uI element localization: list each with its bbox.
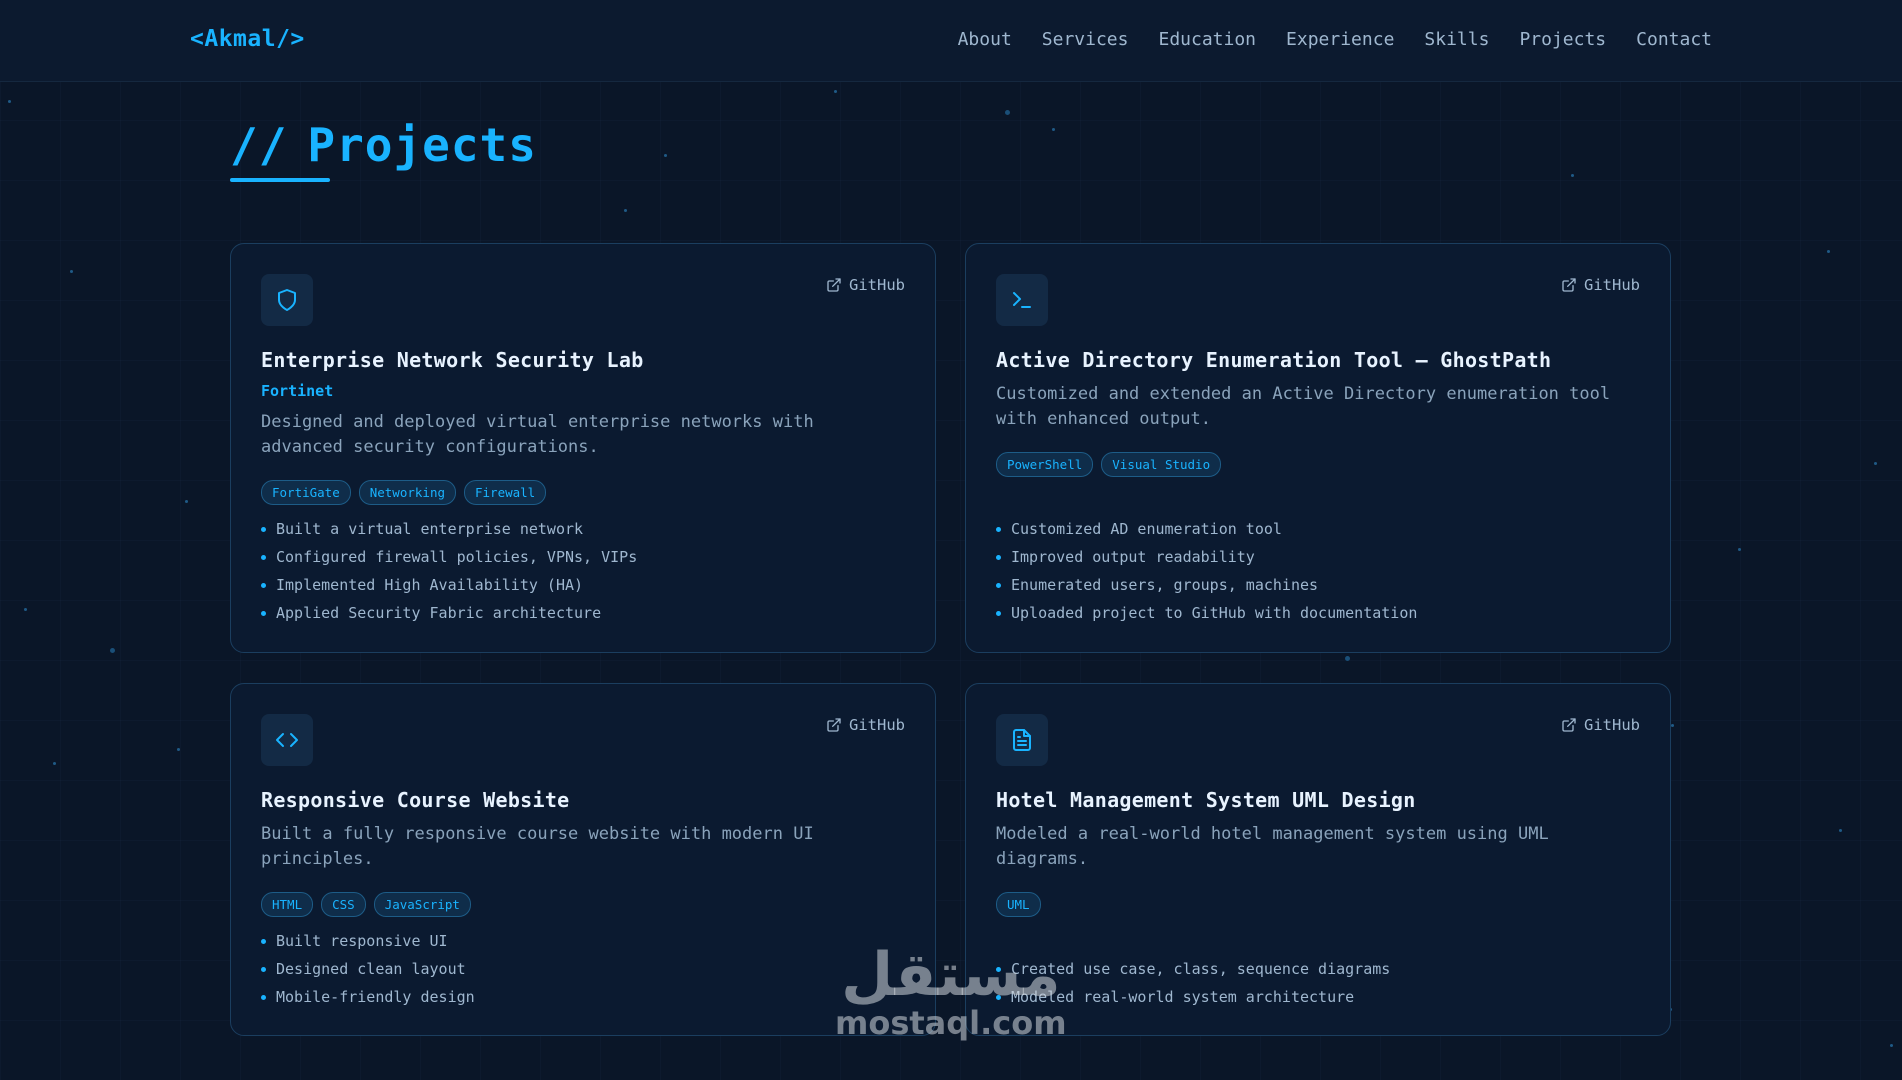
bullet-dot — [261, 994, 266, 1000]
project-description: Built a fully responsive course website … — [261, 824, 814, 869]
list-item: Enumerated users, groups, machines — [996, 571, 1417, 599]
nav-menu: About Services Education Experience Skil… — [958, 29, 1712, 50]
project-title: Responsive Course Website — [261, 788, 570, 812]
list-item: Improved output readability — [996, 543, 1417, 571]
tag: CSS — [321, 892, 366, 917]
list-item: Mobile-friendly design — [261, 983, 475, 1011]
nav-link-projects[interactable]: Projects — [1519, 29, 1606, 50]
nav-link-services[interactable]: Services — [1042, 29, 1129, 50]
tag-list: FortiGate Networking Firewall — [261, 480, 905, 505]
tag: Visual Studio — [1101, 452, 1222, 477]
external-link-icon — [827, 278, 841, 292]
github-link-label: GitHub — [849, 276, 905, 294]
list-item-text: Uploaded project to GitHub with document… — [1011, 604, 1418, 622]
nav-link-about[interactable]: About — [958, 29, 1012, 50]
tag-list: UML — [996, 892, 1640, 917]
bullet-dot — [261, 966, 266, 972]
bullet-dot — [996, 526, 1001, 532]
list-item-text: Designed clean layout — [276, 960, 466, 978]
bullet-dot — [261, 610, 266, 616]
github-link[interactable]: GitHub — [1561, 276, 1640, 294]
list-item-text: Mobile-friendly design — [276, 988, 475, 1006]
github-link-label: GitHub — [849, 716, 905, 734]
nav-link-skills[interactable]: Skills — [1424, 29, 1489, 50]
bullet-dot — [261, 526, 266, 532]
list-item-text: Implemented High Availability (HA) — [276, 576, 584, 594]
heading-underline — [230, 178, 330, 182]
navbar: <Akmal/> About Services Education Experi… — [0, 0, 1902, 82]
nav-link-experience[interactable]: Experience — [1286, 29, 1394, 50]
list-item-text: Created use case, class, sequence diagra… — [1011, 960, 1391, 978]
feature-list: Built a virtual enterprise network Confi… — [261, 515, 637, 627]
list-item-text: Customized AD enumeration tool — [1011, 520, 1282, 538]
project-card-hotel-uml: GitHub Hotel Management System UML Desig… — [965, 683, 1671, 1036]
tag: HTML — [261, 892, 314, 917]
bullet-dot — [261, 582, 266, 588]
tag: Firewall — [464, 480, 547, 505]
list-item: Designed clean layout — [261, 955, 475, 983]
list-item: Built responsive UI — [261, 927, 475, 955]
list-item: Uploaded project to GitHub with document… — [996, 599, 1417, 627]
external-link-icon — [827, 718, 841, 732]
feature-list: Customized AD enumeration tool Improved … — [996, 515, 1417, 627]
project-description: Modeled a real-world hotel management sy… — [996, 824, 1549, 869]
list-item-text: Enumerated users, groups, machines — [1011, 576, 1319, 594]
list-item-text: Applied Security Fabric architecture — [276, 604, 602, 622]
list-item: Implemented High Availability (HA) — [261, 571, 637, 599]
feature-list: Built responsive UI Designed clean layou… — [261, 927, 475, 1011]
tag-list: HTML CSS JavaScript — [261, 892, 905, 917]
project-title: Enterprise Network Security Lab — [261, 348, 644, 372]
bullet-dot — [996, 554, 1001, 560]
tag: JavaScript — [373, 892, 471, 917]
list-item-text: Improved output readability — [1011, 548, 1255, 566]
tag: Networking — [358, 480, 456, 505]
list-item: Applied Security Fabric architecture — [261, 599, 637, 627]
list-item-text: Configured firewall policies, VPNs, VIPs — [276, 548, 638, 566]
tag: FortiGate — [261, 480, 351, 505]
list-item-text: Built responsive UI — [276, 932, 448, 950]
list-item: Configured firewall policies, VPNs, VIPs — [261, 543, 637, 571]
heading-prefix: // — [230, 118, 288, 172]
external-link-icon — [1562, 718, 1576, 732]
section-heading: // Projects — [230, 118, 537, 172]
github-link[interactable]: GitHub — [826, 716, 905, 734]
tag: PowerShell — [996, 452, 1094, 477]
nav-link-education[interactable]: Education — [1158, 29, 1256, 50]
list-item: Built a virtual enterprise network — [261, 515, 637, 543]
bullet-dot — [261, 554, 266, 560]
list-item-text: Built a virtual enterprise network — [276, 520, 584, 538]
project-title: Active Directory Enumeration Tool — Ghos… — [996, 348, 1552, 372]
github-link[interactable]: GitHub — [826, 276, 905, 294]
external-link-icon — [1562, 278, 1576, 292]
shield-icon — [261, 274, 313, 326]
project-description: Customized and extended an Active Direct… — [996, 384, 1611, 429]
watermark-arabic: مستقل — [841, 940, 1061, 1010]
list-item: Customized AD enumeration tool — [996, 515, 1417, 543]
project-title: Hotel Management System UML Design — [996, 788, 1416, 812]
document-icon — [996, 714, 1048, 766]
project-card-network-security: GitHub Enterprise Network Security Lab F… — [230, 243, 936, 653]
github-link-label: GitHub — [1584, 716, 1640, 734]
project-card-ghostpath: GitHub Active Directory Enumeration Tool… — [965, 243, 1671, 653]
project-card-course-website: GitHub Responsive Course Website Built a… — [230, 683, 936, 1036]
code-icon — [261, 714, 313, 766]
terminal-icon — [996, 274, 1048, 326]
nav-link-contact[interactable]: Contact — [1636, 29, 1712, 50]
tag: UML — [996, 892, 1041, 917]
bullet-dot — [261, 938, 266, 944]
bullet-dot — [996, 582, 1001, 588]
page-title: Projects — [307, 118, 537, 172]
github-link[interactable]: GitHub — [1561, 716, 1640, 734]
bullet-dot — [996, 610, 1001, 616]
tag-list: PowerShell Visual Studio — [996, 452, 1640, 477]
logo[interactable]: <Akmal/> — [190, 26, 305, 52]
github-link-label: GitHub — [1584, 276, 1640, 294]
watermark-latin: mostaql.com — [835, 1004, 1067, 1042]
watermark: مستقل mostaql.com — [835, 945, 1067, 1041]
project-description: Designed and deployed virtual enterprise… — [261, 412, 814, 457]
project-subtitle: Fortinet — [261, 382, 334, 400]
